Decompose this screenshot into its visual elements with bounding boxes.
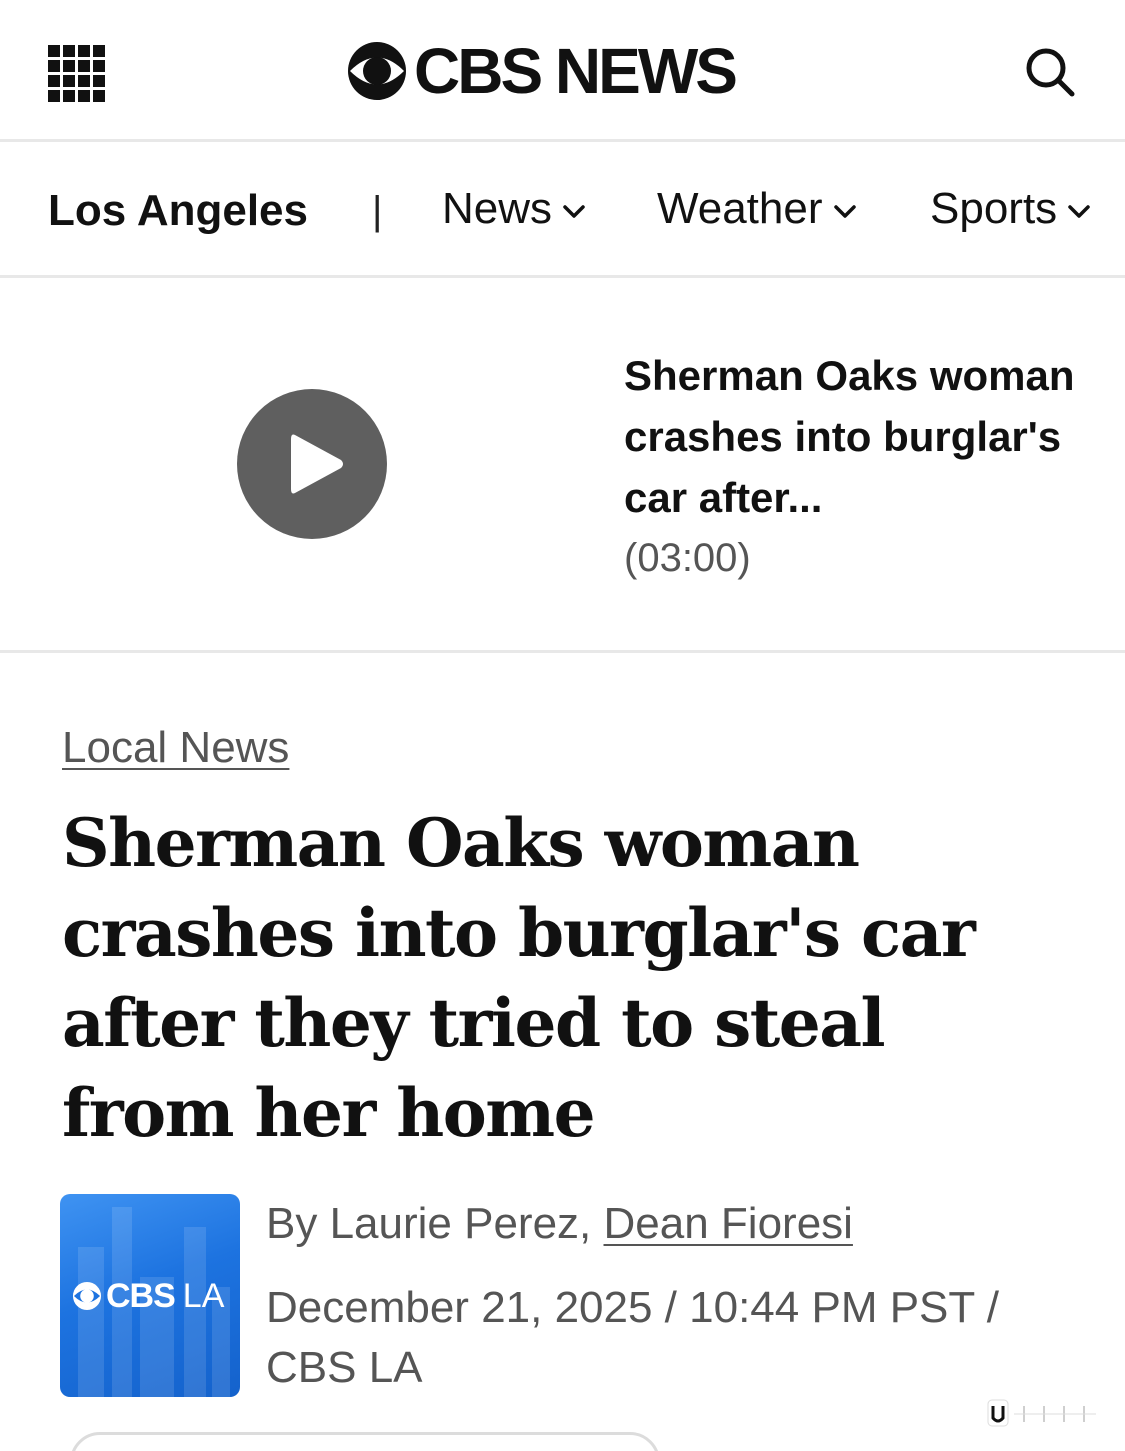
section-nav: Los Angeles | News Weather Sports — [0, 145, 1125, 278]
cbs-eye-icon — [72, 1281, 102, 1311]
play-button[interactable] — [237, 389, 387, 539]
chevron-down-icon — [1068, 205, 1090, 218]
dateline: December 21, 2025 / 10:44 PM PST / CBS L… — [266, 1283, 999, 1392]
watermark-icon — [987, 1399, 1096, 1427]
nav-item-label: Weather — [657, 184, 823, 233]
nav-item-sports[interactable]: Sports — [930, 181, 1091, 237]
video-module: Sherman Oaks woman crashes into burglar'… — [0, 281, 1125, 653]
station-logo-text: CBS — [106, 1277, 176, 1315]
share-button-partial[interactable] — [70, 1432, 660, 1451]
article-headline: Sherman Oaks woman crashes into burglar'… — [62, 804, 976, 1152]
logo-wordmark: CBS NEWS — [414, 35, 738, 107]
chevron-down-icon — [833, 205, 856, 218]
nav-item-label: Sports — [930, 184, 1058, 233]
video-title[interactable]: Sherman Oaks woman crashes into burglar'… — [624, 345, 1084, 528]
station-logo-suffix: LA — [182, 1277, 225, 1315]
play-icon — [291, 434, 343, 494]
nav-item-label: News — [442, 184, 553, 233]
nav-section-title[interactable]: Los Angeles — [48, 183, 308, 239]
nav-separator: | — [372, 189, 383, 233]
byline-prefix: By Laurie Perez, — [266, 1199, 604, 1248]
category-link[interactable]: Local News — [62, 720, 289, 776]
chevron-down-icon — [563, 205, 585, 218]
video-duration: (03:00) — [624, 536, 751, 580]
search-icon[interactable] — [1022, 44, 1078, 100]
top-header: CBS NEWS — [0, 0, 1125, 142]
byline: By Laurie Perez, Dean Fioresi — [266, 1196, 853, 1252]
apps-grid-icon[interactable] — [48, 45, 105, 102]
cbs-eye-icon — [348, 42, 406, 100]
author-link[interactable]: Dean Fioresi — [604, 1199, 853, 1248]
nav-item-news[interactable]: News — [442, 181, 586, 237]
nav-item-weather[interactable]: Weather — [657, 181, 857, 237]
cbs-la-station-logo: CBS LA — [60, 1194, 240, 1397]
cbs-news-logo[interactable]: CBS NEWS — [346, 35, 738, 107]
